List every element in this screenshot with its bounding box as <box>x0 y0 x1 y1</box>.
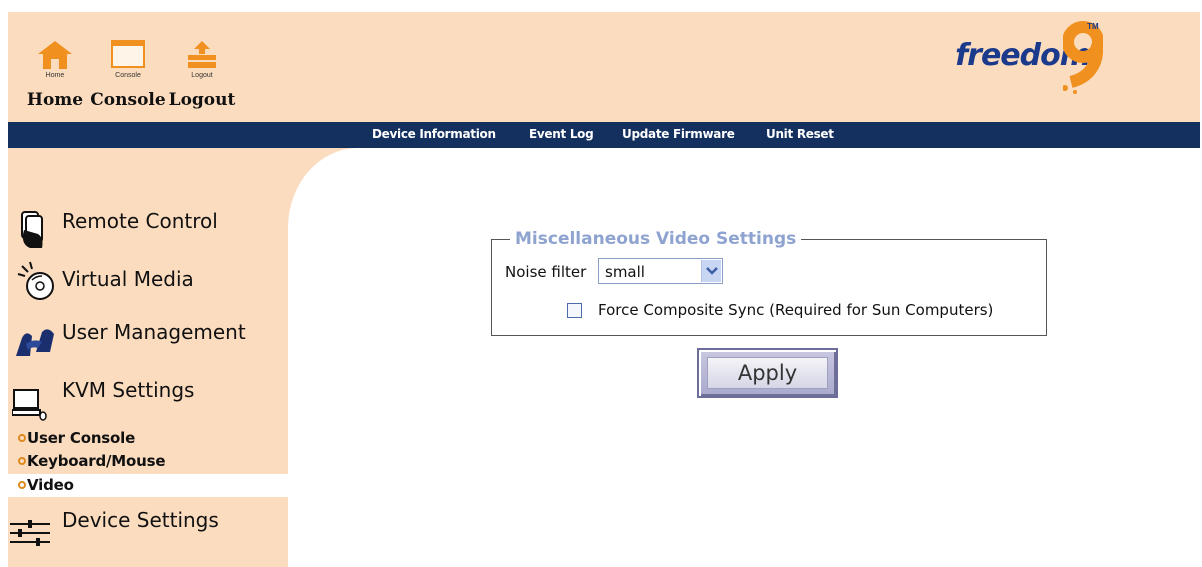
user-management-icon <box>16 329 54 356</box>
dropdown-button[interactable] <box>701 260 721 282</box>
logo-nine-mark <box>1063 21 1104 94</box>
sidebar-item-virtual-media[interactable]: Virtual Media <box>8 258 288 308</box>
sidebar-item-label: KVM Settings <box>62 378 195 402</box>
sidebar-curve <box>288 148 358 228</box>
section-title: Miscellaneous Video Settings <box>510 229 802 249</box>
sidebar-item-user-management[interactable]: User Management <box>8 314 288 364</box>
logout-label: Logout <box>168 90 236 110</box>
sidebar-subitem-keyboard-mouse[interactable]: Keyboard/Mouse <box>8 450 288 473</box>
sidebar-item-kvm-settings[interactable]: KVM Settings <box>8 372 288 424</box>
top-tab-bar: Device Information Event Log Update Firm… <box>8 122 1200 148</box>
noise-filter-label: Noise filter <box>505 263 587 281</box>
logout-small-label: Logout <box>191 72 213 79</box>
sidebar-item-device-settings[interactable]: Device Settings <box>8 500 288 550</box>
tab-event-log[interactable]: Event Log <box>529 127 594 141</box>
sidebar-subitem-label: Video <box>27 476 74 494</box>
noise-filter-select[interactable]: small <box>598 258 723 284</box>
apply-label: Apply <box>737 361 798 385</box>
device-settings-icon <box>10 520 50 546</box>
kvm-settings-icon <box>12 389 47 421</box>
apply-button[interactable]: Apply <box>697 348 838 398</box>
logout-nav-button[interactable]: Logout Logout <box>164 12 240 112</box>
freedom9-logo: freedom TM <box>955 21 1104 94</box>
video-settings-group <box>491 239 1047 336</box>
logout-icon <box>188 41 216 68</box>
header: Home Home Console Console Logout Logout … <box>8 12 1200 122</box>
sidebar-subitem-label: User Console <box>27 429 136 447</box>
console-nav-button[interactable]: Console Console <box>86 12 170 112</box>
sidebar-item-label: Remote Control <box>62 209 218 233</box>
home-nav-button[interactable]: Home Home <box>24 12 86 112</box>
sidebar-item-label: Virtual Media <box>62 267 194 291</box>
bullet-icon <box>18 457 26 465</box>
chevron-down-icon <box>706 267 718 275</box>
console-icon <box>111 40 145 68</box>
home-small-label: Home <box>45 72 65 79</box>
sidebar-subitem-video[interactable]: Video <box>8 474 288 497</box>
virtual-media-icon <box>17 261 54 300</box>
remote-control-icon <box>21 211 43 248</box>
composite-sync-checkbox[interactable] <box>567 303 582 318</box>
bullet-icon <box>18 434 26 442</box>
logo-tm: TM <box>1087 22 1099 31</box>
sidebar-item-remote-control[interactable]: Remote Control <box>8 204 288 254</box>
tab-unit-reset[interactable]: Unit Reset <box>766 127 834 141</box>
sidebar-subitem-label: Keyboard/Mouse <box>27 452 166 470</box>
console-small-label: Console <box>115 72 141 79</box>
sidebar-item-label: User Management <box>62 320 246 344</box>
tab-update-firmware[interactable]: Update Firmware <box>622 127 735 141</box>
home-icon <box>38 41 72 69</box>
noise-filter-value: small <box>605 263 645 281</box>
bullet-icon <box>18 481 26 489</box>
composite-sync-label: Force Composite Sync (Required for Sun C… <box>598 301 994 319</box>
home-label: Home <box>26 90 84 110</box>
sidebar-subitem-user-console[interactable]: User Console <box>8 427 288 450</box>
console-label: Console <box>90 90 166 110</box>
tab-device-information[interactable]: Device Information <box>372 127 496 141</box>
sidebar-item-label: Device Settings <box>62 508 219 532</box>
